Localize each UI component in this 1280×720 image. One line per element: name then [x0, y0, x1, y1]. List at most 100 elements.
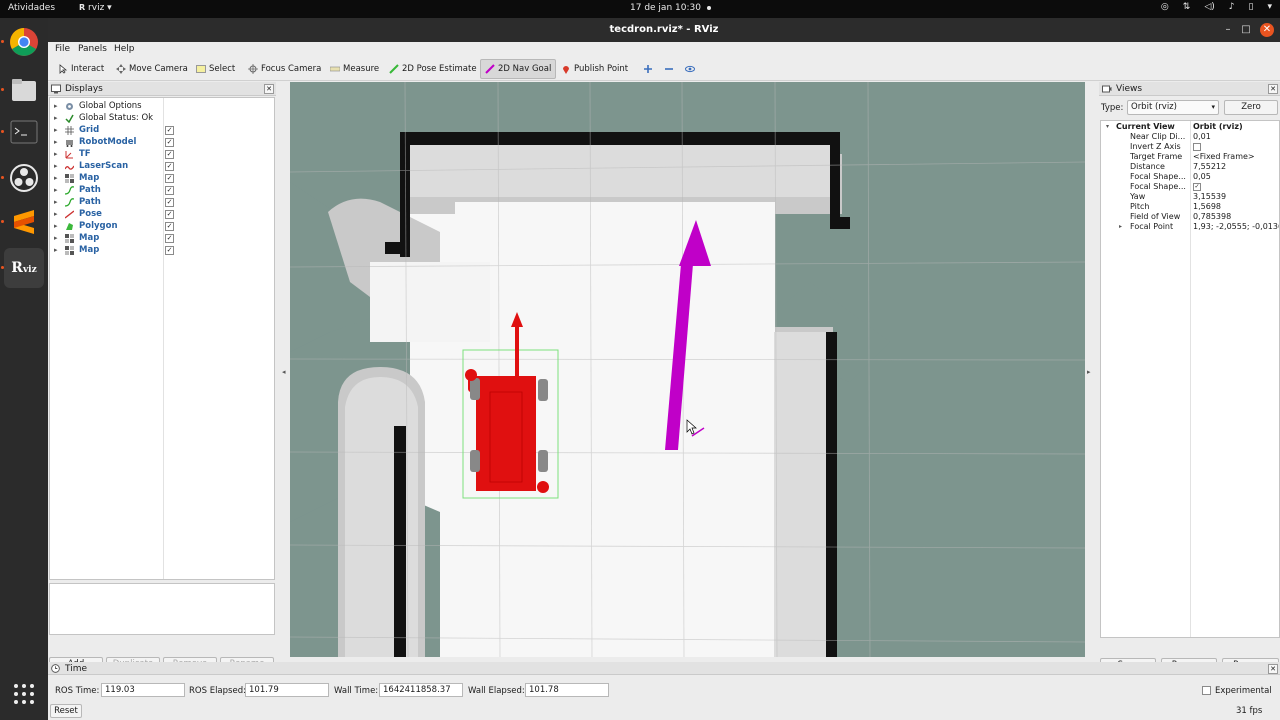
battery-icon[interactable]: ▯: [1249, 2, 1254, 12]
display-enabled-checkbox[interactable]: ✓: [165, 126, 174, 135]
view-property-row[interactable]: Focal Shape... ✓: [1101, 182, 1279, 192]
expand-arrow-icon[interactable]: ▸: [1119, 222, 1122, 232]
menu-file[interactable]: File: [55, 44, 70, 54]
menu-help[interactable]: Help: [114, 44, 135, 54]
publish-point-tool[interactable]: Publish Point: [557, 59, 632, 79]
current-view-row[interactable]: ▾ Current View Orbit (rviz): [1101, 122, 1279, 132]
view-property-value[interactable]: 7,55212: [1193, 162, 1226, 172]
display-enabled-checkbox[interactable]: ✓: [165, 174, 174, 183]
nav-goal-tool[interactable]: 2D Nav Goal: [480, 59, 557, 79]
select-tool[interactable]: Select: [192, 59, 239, 79]
display-row[interactable]: ▸ Path ✓: [50, 184, 276, 196]
expand-arrow-icon[interactable]: ▸: [54, 136, 58, 148]
zero-view-button[interactable]: Zero: [1224, 100, 1278, 115]
view-property-row[interactable]: Near Clip Di... 0,01: [1101, 132, 1279, 142]
expand-arrow-icon[interactable]: ▸: [54, 160, 58, 172]
view-property-value[interactable]: 0,785398: [1193, 212, 1231, 222]
view-property-row[interactable]: Pitch 1,5698: [1101, 202, 1279, 212]
experimental-checkbox[interactable]: [1202, 686, 1211, 695]
focus-camera-tool[interactable]: Focus Camera: [244, 59, 325, 79]
collapse-right-handle[interactable]: ▸: [1087, 368, 1091, 376]
chrome-launcher[interactable]: [4, 22, 44, 62]
display-enabled-checkbox[interactable]: ✓: [165, 198, 174, 207]
expand-arrow-icon[interactable]: ▸: [54, 172, 58, 184]
expand-arrow-icon[interactable]: ▸: [54, 100, 58, 112]
view-property-value[interactable]: 1,93; -2,0555; -0,0136: [1193, 222, 1279, 232]
display-enabled-checkbox[interactable]: ✓: [165, 162, 174, 171]
display-enabled-checkbox[interactable]: ✓: [165, 222, 174, 231]
view-property-value[interactable]: 0,05: [1193, 172, 1211, 182]
display-enabled-checkbox[interactable]: ✓: [165, 246, 174, 255]
display-enabled-checkbox[interactable]: ✓: [165, 186, 174, 195]
display-row[interactable]: ▸ Pose ✓: [50, 208, 276, 220]
display-row[interactable]: ▸ Map ✓: [50, 172, 276, 184]
displays-tree[interactable]: ▸ Global Options ▸ Global Status: Ok ▸ Grid ✓ ▸…: [49, 97, 275, 580]
display-enabled-checkbox[interactable]: ✓: [165, 234, 174, 243]
display-row[interactable]: ▸ Grid ✓: [50, 124, 276, 136]
close-views-panel-button[interactable]: ✕: [1268, 84, 1278, 94]
clock[interactable]: 17 de jan 10:30: [630, 3, 711, 13]
display-enabled-checkbox[interactable]: ✓: [165, 138, 174, 147]
view-property-row[interactable]: ▸ Focal Point 1,93; -2,0555; -0,0136: [1101, 222, 1279, 232]
view-property-row[interactable]: Distance 7,55212: [1101, 162, 1279, 172]
view-property-row[interactable]: Target Frame <Fixed Frame>: [1101, 152, 1279, 162]
view-property-value[interactable]: 3,15539: [1193, 192, 1226, 202]
view-property-row[interactable]: Invert Z Axis: [1101, 142, 1279, 152]
system-tray[interactable]: ◎ ⇅ ◁) ♪ ▯ ▾: [1161, 2, 1272, 12]
display-enabled-checkbox[interactable]: ✓: [165, 210, 174, 219]
volume-icon[interactable]: ◁): [1204, 2, 1214, 12]
display-row[interactable]: ▸ LaserScan ✓: [50, 160, 276, 172]
view-property-value[interactable]: 0,01: [1193, 132, 1211, 142]
wall-time-field[interactable]: 1642411858.37: [379, 683, 463, 697]
expand-arrow-icon[interactable]: ▸: [54, 244, 58, 256]
camera-type-button[interactable]: [681, 59, 699, 79]
rviz-launcher[interactable]: Rviz: [4, 248, 44, 288]
expand-arrow-icon[interactable]: ▸: [54, 208, 58, 220]
move-camera-tool[interactable]: Move Camera: [112, 59, 192, 79]
expand-arrow-icon[interactable]: ▸: [54, 220, 58, 232]
ros-elapsed-field[interactable]: 101.79: [245, 683, 329, 697]
view-property-checkbox[interactable]: [1193, 143, 1201, 151]
display-row[interactable]: ▸ Global Options: [50, 100, 276, 112]
maximize-button[interactable]: □: [1239, 23, 1253, 37]
expand-arrow-icon[interactable]: ▸: [54, 112, 58, 124]
view-property-value[interactable]: 1,5698: [1193, 202, 1221, 212]
display-row[interactable]: ▸ Path ✓: [50, 196, 276, 208]
close-time-panel-button[interactable]: ✕: [1268, 664, 1278, 674]
view-property-checkbox[interactable]: ✓: [1193, 183, 1201, 191]
collapse-arrow-icon[interactable]: ▾: [1106, 122, 1109, 132]
display-row[interactable]: ▸ Polygon ✓: [50, 220, 276, 232]
network-icon[interactable]: ⇅: [1183, 2, 1191, 12]
display-row[interactable]: ▸ Map ✓: [50, 244, 276, 256]
expand-arrow-icon[interactable]: ▸: [54, 124, 58, 136]
app-menu[interactable]: R rviz ▾: [79, 3, 112, 13]
accessibility-icon[interactable]: ◎: [1161, 2, 1169, 12]
render-viewport[interactable]: [290, 82, 1085, 657]
activities-button[interactable]: Atividades: [8, 3, 55, 13]
menu-panels[interactable]: Panels: [78, 44, 107, 54]
obs-launcher[interactable]: [4, 158, 44, 198]
pose-estimate-tool[interactable]: 2D Pose Estimate: [385, 59, 481, 79]
display-row[interactable]: ▸ Map ✓: [50, 232, 276, 244]
expand-arrow-icon[interactable]: ▸: [54, 148, 58, 160]
reset-button[interactable]: Reset: [50, 704, 82, 718]
view-property-row[interactable]: Field of View 0,785398: [1101, 212, 1279, 222]
view-type-select[interactable]: Orbit (rviz) ▾: [1127, 100, 1219, 115]
minimize-button[interactable]: –: [1221, 23, 1235, 37]
window-titlebar[interactable]: tecdron.rviz* - RViz – □ ✕: [48, 18, 1280, 42]
terminal-launcher[interactable]: [4, 112, 44, 152]
collapse-left-handle[interactable]: ◂: [282, 368, 286, 376]
display-row[interactable]: ▸ Global Status: Ok: [50, 112, 276, 124]
power-menu-icon[interactable]: ▾: [1267, 2, 1272, 12]
ros-time-field[interactable]: 119.03: [101, 683, 185, 697]
microphone-icon[interactable]: ♪: [1229, 2, 1235, 12]
display-enabled-checkbox[interactable]: ✓: [165, 150, 174, 159]
view-property-row[interactable]: Yaw 3,15539: [1101, 192, 1279, 202]
interact-tool[interactable]: Interact: [54, 59, 108, 79]
display-row[interactable]: ▸ RobotModel ✓: [50, 136, 276, 148]
files-launcher[interactable]: [4, 70, 44, 110]
view-properties-tree[interactable]: ▾ Current View Orbit (rviz) Near Clip Di…: [1100, 120, 1280, 638]
expand-arrow-icon[interactable]: ▸: [54, 184, 58, 196]
close-displays-panel-button[interactable]: ✕: [264, 84, 274, 94]
display-row[interactable]: ▸ TF ✓: [50, 148, 276, 160]
